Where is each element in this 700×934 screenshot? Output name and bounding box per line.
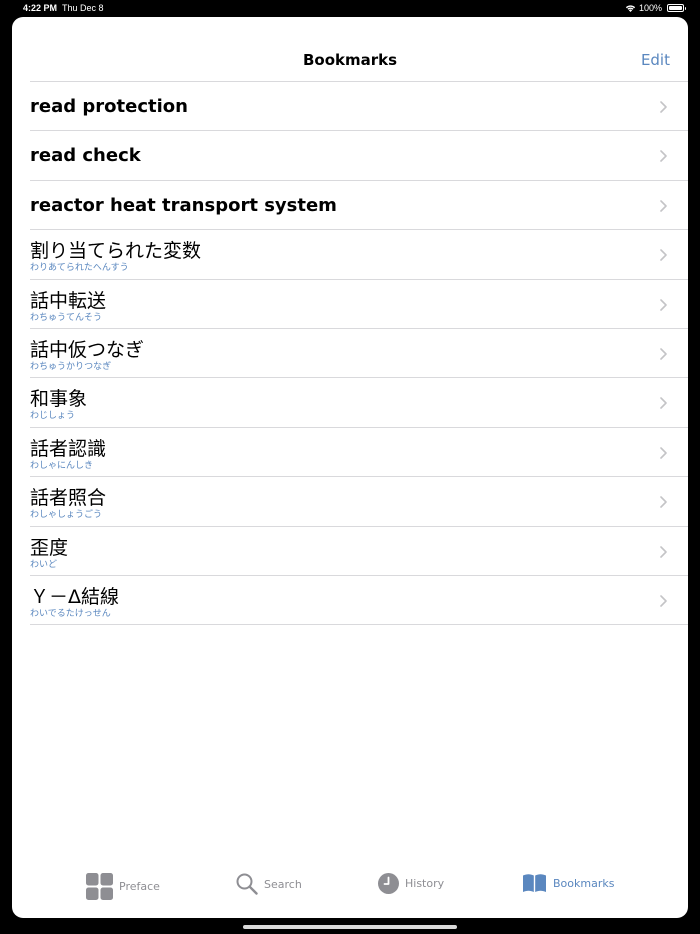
tab-bar: Preface Search History Bookmarks <box>12 865 688 905</box>
bookmark-term: read protection <box>30 96 188 117</box>
tab-bookmarks[interactable]: Bookmarks <box>522 873 614 893</box>
edit-button[interactable]: Edit <box>641 51 670 69</box>
home-indicator <box>243 925 457 929</box>
list-item[interactable]: 話中転送 わちゅうてんそう <box>30 280 688 329</box>
status-time: 4:22 PM <box>23 3 58 13</box>
tab-label: Preface <box>119 880 160 893</box>
grid-icon <box>86 873 113 900</box>
status-date: Thu Dec 8 <box>62 3 104 13</box>
chevron-right-icon <box>660 298 667 311</box>
list-item[interactable]: 割り当てられた変数 わりあてられたへんすう <box>30 230 688 280</box>
battery-percent: 100% <box>638 3 662 13</box>
bookmark-reading: わいでるたけっせん <box>30 608 111 619</box>
list-item[interactable]: 話者照合 わしゃしょうごう <box>30 477 688 527</box>
bookmark-reading: わちゅうかりつなぎ <box>30 361 112 372</box>
list-item[interactable]: 話者認識 わしゃにんしき <box>30 428 688 478</box>
list-item[interactable]: 歪度 わいど <box>30 527 688 576</box>
chevron-right-icon <box>660 496 667 508</box>
bookmark-term: 和事象 <box>30 388 88 411</box>
chevron-right-icon <box>660 150 667 163</box>
tab-label: Search <box>264 877 302 891</box>
bookmark-reading: わしゃしょうごう <box>30 510 103 521</box>
book-icon <box>523 874 546 892</box>
bookmark-reading: わしゃにんしき <box>30 460 94 471</box>
chevron-right-icon <box>660 595 667 607</box>
bookmark-term: read check <box>30 145 141 167</box>
bookmark-reading: わいど <box>30 559 58 570</box>
bookmark-term: 話者認識 <box>30 437 107 460</box>
battery-icon <box>667 4 686 12</box>
tab-label: History <box>405 877 445 890</box>
clock-icon <box>378 873 399 894</box>
chevron-right-icon <box>660 397 667 410</box>
tab-label: Bookmarks <box>553 876 615 890</box>
bookmark-term: 話中転送 <box>30 289 107 312</box>
tab-history[interactable]: History <box>378 873 444 894</box>
tab-search[interactable]: Search <box>236 873 302 895</box>
bookmark-reading: わちゅうてんそう <box>30 312 103 323</box>
bookmark-term: 歪度 <box>30 536 69 559</box>
tab-preface[interactable]: Preface <box>86 873 160 900</box>
bookmark-term: 割り当てられた変数 <box>30 240 202 263</box>
list-item[interactable]: reactor heat transport system <box>30 181 688 231</box>
list-item[interactable]: read protection <box>30 82 688 132</box>
bookmark-term: 話者照合 <box>30 487 107 510</box>
chevron-right-icon <box>660 199 667 212</box>
chevron-right-icon <box>660 446 667 459</box>
list-item[interactable]: 話中仮つなぎ わちゅうかりつなぎ <box>30 329 688 379</box>
bookmark-list: read protection read check reactor heat tr… <box>30 81 688 626</box>
page-title: Bookmarks <box>302 51 398 69</box>
bookmark-reading: わりあてられたへんすう <box>30 263 129 274</box>
bookmark-term: Ｙ－Δ結線 <box>30 585 119 608</box>
list-item[interactable]: Ｙ－Δ結線 わいでるたけっせん <box>30 576 688 626</box>
bookmarks-sheet: Bookmarks Edit read protection read check… <box>12 17 688 918</box>
list-item[interactable]: 和事象 わじしょう <box>30 378 688 428</box>
wifi-icon <box>625 5 636 12</box>
search-icon <box>236 873 258 895</box>
bookmark-reading: わじしょう <box>30 411 76 422</box>
status-bar: 4:22 PM Thu Dec 8 100% <box>0 0 700 17</box>
status-right: 100% <box>625 3 686 13</box>
chevron-right-icon <box>660 545 667 558</box>
chevron-right-icon <box>660 348 667 360</box>
bookmark-term: reactor heat transport system <box>30 194 337 216</box>
list-item[interactable]: read check <box>30 131 688 181</box>
chevron-right-icon <box>660 101 667 113</box>
bookmark-term: 話中仮つなぎ <box>30 338 145 361</box>
chevron-right-icon <box>660 249 667 261</box>
